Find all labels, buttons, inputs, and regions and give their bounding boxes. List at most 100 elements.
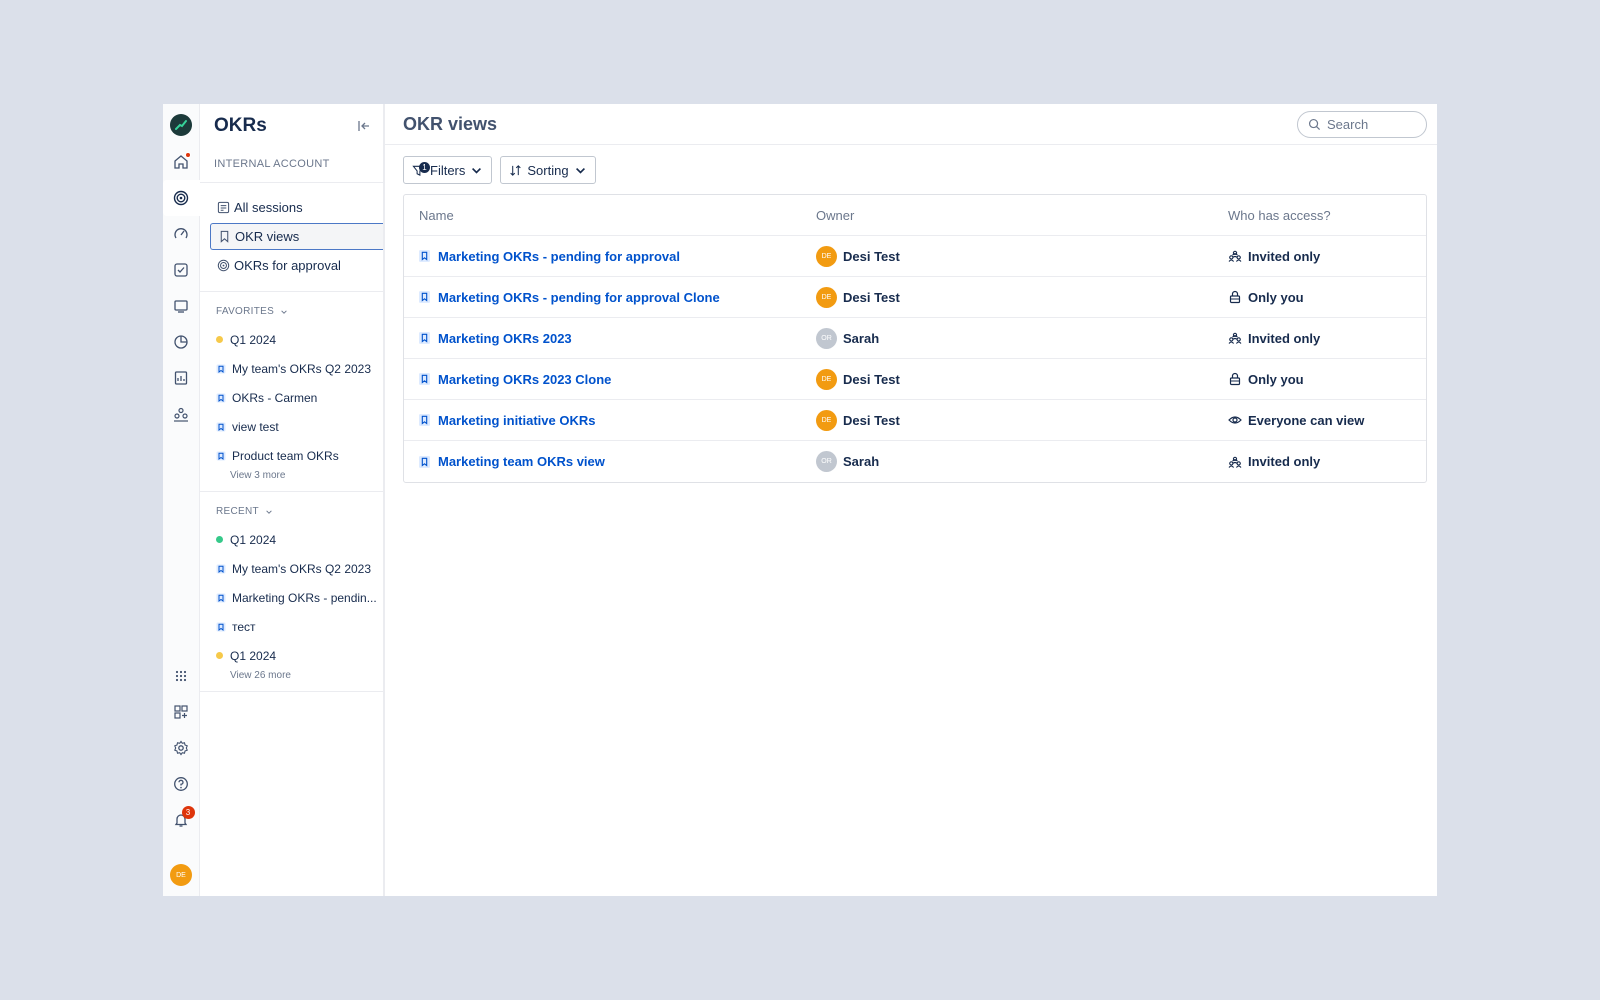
sort-icon [510,164,522,176]
column-header-owner[interactable]: Owner [816,208,1228,223]
apps-grid-icon[interactable] [163,658,200,694]
avatar: OR [816,451,837,472]
view-name-link[interactable]: Marketing OKRs 2023 Clone [438,372,611,387]
row-access-cell: Invited only [1228,331,1426,346]
checkbox-icon[interactable] [163,252,200,288]
sidebar-item-okr-views[interactable]: OKR views [210,223,383,250]
team-icon[interactable] [163,396,200,432]
row-name-cell: Marketing team OKRs view [404,454,816,469]
recent-header[interactable]: RECENT [200,506,383,517]
user-avatar[interactable]: DE [170,864,192,886]
collapse-sidebar-icon[interactable] [357,119,371,133]
avatar: OR [816,327,837,349]
table-row[interactable]: Marketing OKRs 2023 OR Sarah Invited only [404,318,1426,359]
row-owner-cell: OR Sarah [816,451,1228,472]
recent-item[interactable]: тест [200,612,383,641]
view-name-link[interactable]: Marketing initiative OKRs [438,413,595,428]
recent-view-more-link[interactable]: View 26 more [200,670,383,681]
chevron-down-icon [266,509,272,514]
row-owner-cell: DE Desi Test [816,368,1228,390]
report-icon[interactable] [163,360,200,396]
settings-icon[interactable] [163,730,200,766]
view-name-link[interactable]: Marketing team OKRs view [438,454,605,469]
access-label: Only you [1248,371,1304,387]
board-icon[interactable] [163,288,200,324]
avatar: DE [816,245,837,267]
add-app-icon[interactable] [163,694,200,730]
search-placeholder: Search [1327,116,1369,132]
help-icon[interactable] [163,766,200,802]
column-header-name[interactable]: Name [404,208,816,223]
sorting-label: Sorting [527,162,569,178]
sidebar-item-okrs-for-approval[interactable]: OKRs for approval [210,252,383,279]
column-header-access[interactable]: Who has access? [1228,208,1426,223]
target-icon [217,259,230,272]
table-row[interactable]: Marketing team OKRs view OR Sarah Invited o… [404,441,1426,482]
access-label: Invited only [1248,454,1321,469]
favorites-view-more-link[interactable]: View 3 more [200,470,383,481]
row-name-cell: Marketing OKRs 2023 Clone [404,372,816,387]
view-name-link[interactable]: Marketing OKRs - pending for approval Cl… [438,290,720,305]
recent-item[interactable]: Marketing OKRs - pendin... [200,583,383,612]
row-name-cell: Marketing initiative OKRs [404,413,816,428]
okr-views-table: Name Owner Who has access? Marketing OKR… [403,194,1427,483]
favorite-item[interactable]: Q1 2024 [200,325,383,354]
status-dot [216,652,223,659]
recent-section: RECENT Q1 2024 My team's OKRs Q2 2023 Ma… [200,492,383,692]
favorite-label: Q1 2024 [230,332,277,347]
favorite-item[interactable]: view test [200,412,383,441]
lock-icon [1229,372,1241,386]
sidebar: OKRs INTERNAL ACCOUNT All sessions OKR v… [200,104,385,896]
table-row[interactable]: Marketing OKRs 2023 Clone DE Desi Test Only… [404,359,1426,400]
sidebar-item-label: OKRs for approval [234,258,341,273]
sessions-icon [217,201,230,214]
row-access-cell: Only you [1228,372,1426,387]
sidebar-nav: All sessions OKR views OKRs for approval [200,183,383,292]
eye-icon [1228,416,1242,424]
main-content: OKR views Search 1 Filters Sorting Name [385,104,1437,896]
favorite-label: view test [232,419,279,434]
table-row[interactable]: Marketing OKRs - pending for approval DE D… [404,236,1426,277]
row-access-cell: Invited only [1228,454,1426,469]
view-name-link[interactable]: Marketing OKRs 2023 [438,331,572,346]
home-icon[interactable] [163,144,200,180]
favorite-item[interactable]: Product team OKRs [200,441,383,470]
recent-item[interactable]: My team's OKRs Q2 2023 [200,554,383,583]
view-name-link[interactable]: Marketing OKRs - pending for approval [438,249,680,264]
row-owner-cell: DE Desi Test [816,286,1228,308]
app-window: 3 DE OKRs INTERNAL ACCOUNT All sessions … [163,104,1437,896]
goals-icon[interactable] [163,180,200,216]
table-header-row: Name Owner Who has access? [404,195,1426,236]
access-label: Everyone can view [1248,412,1365,428]
row-access-cell: Only you [1228,290,1426,305]
view-bookmark-icon [419,373,430,385]
group-icon [1228,250,1242,262]
pie-chart-icon[interactable] [163,324,200,360]
avatar: DE [816,286,837,308]
filters-count-badge: 1 [419,162,430,173]
notification-badge: 3 [181,806,195,819]
view-bookmark-icon [419,455,430,468]
bell-icon[interactable]: 3 [163,802,200,838]
table-row[interactable]: Marketing OKRs - pending for approval Cl… [404,277,1426,318]
recent-item[interactable]: Q1 2024 [200,641,383,670]
toolbar: 1 Filters Sorting [385,145,1437,194]
favorites-header[interactable]: FAVORITES [200,306,383,317]
row-name-cell: Marketing OKRs 2023 [404,331,816,346]
sorting-button[interactable]: Sorting [500,156,596,184]
group-icon [1228,332,1242,344]
gauge-icon[interactable] [163,216,200,252]
recent-item[interactable]: Q1 2024 [200,525,383,554]
view-bookmark-icon [216,564,226,573]
favorite-item[interactable]: My team's OKRs Q2 2023 [200,354,383,383]
favorites-section: FAVORITES Q1 2024 My team's OKRs Q2 2023… [200,292,383,492]
favorite-label: My team's OKRs Q2 2023 [232,361,372,376]
search-input[interactable]: Search [1297,110,1427,138]
sidebar-item-all-sessions[interactable]: All sessions [210,194,383,221]
app-logo[interactable] [170,114,192,136]
status-dot [216,336,223,343]
filters-button[interactable]: 1 Filters [403,156,493,184]
row-owner-cell: OR Sarah [816,327,1228,349]
favorite-item[interactable]: OKRs - Carmen [200,383,383,412]
table-row[interactable]: Marketing initiative OKRs DE Desi Test Ever… [404,400,1426,441]
